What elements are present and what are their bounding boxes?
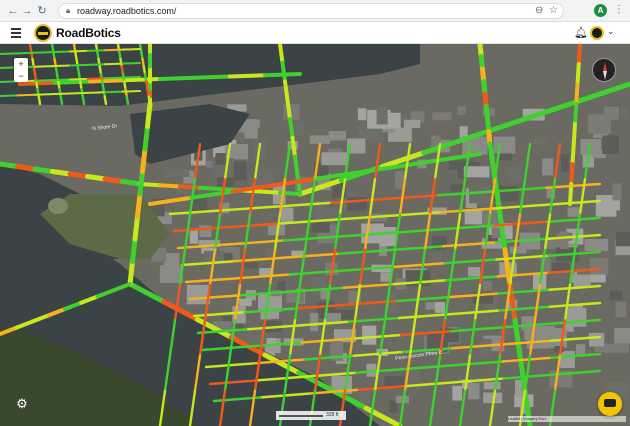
forward-icon[interactable]: → [20,4,34,18]
gear-icon[interactable]: ⚙ [14,396,30,412]
zoom-out-button[interactable]: − [14,70,28,82]
compass-icon[interactable] [592,58,616,82]
chevron-down-icon[interactable]: ⌄ [607,26,615,37]
satellite-map [0,44,630,426]
bookmark-star-icon[interactable]: ☆ [549,5,558,16]
address-bar[interactable]: 🔒︎ roadway.roadbotics.com/ ⊖ ☆ [58,3,564,19]
map-view[interactable]: Penn-Lincoln Pkwy E N Shore Dr + − ⚙ 328… [0,44,630,426]
brand-name: RoadBotics [56,26,121,40]
zoom-in-button[interactable]: + [14,58,28,70]
scale-bar: 328 ft [276,411,346,420]
notification-bell-icon[interactable]: 🔔︎ [574,26,588,39]
url-text: roadway.roadbotics.com/ [77,6,177,16]
menu-icon[interactable] [11,28,21,38]
reload-icon[interactable]: ↻ [35,4,49,18]
zoom-control[interactable]: + − [14,58,28,82]
app-header: RoadBotics 🔔︎ ⌄ [0,22,630,44]
scale-label: 328 ft [326,412,339,418]
profile-avatar[interactable]: A [594,4,607,17]
zoom-icon[interactable]: ⊖ [535,5,543,16]
chat-icon[interactable] [598,392,622,416]
roadbotics-logo-icon [34,24,52,42]
browser-menu-icon[interactable]: ⋮ [614,4,624,15]
lock-icon: 🔒︎ [66,6,71,15]
back-icon[interactable]: ← [6,4,20,18]
map-attribution[interactable]: Leaflet | Imagery Esri [508,416,626,422]
account-avatar[interactable] [590,26,604,40]
browser-toolbar: ← → ↻ 🔒︎ roadway.roadbotics.com/ ⊖ ☆ A ⋮ [0,0,630,22]
